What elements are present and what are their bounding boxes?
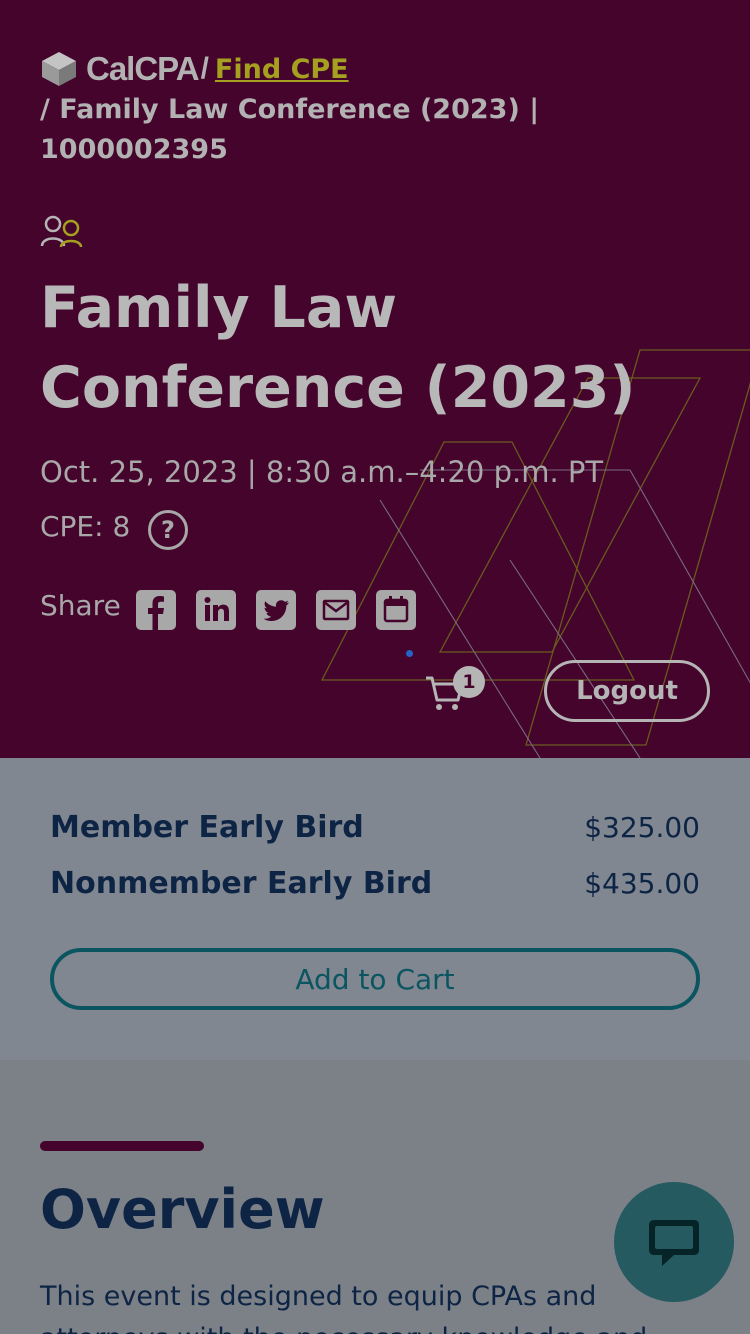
- calcpa-logo-icon: [42, 52, 76, 86]
- cpe-credits: CPE: 8: [40, 510, 131, 543]
- chat-button[interactable]: [614, 1182, 734, 1302]
- share-buttons: [136, 590, 436, 630]
- price-label: Nonmember Early Bird: [50, 866, 433, 901]
- section-accent-bar: [40, 1141, 204, 1151]
- price-amount: $435.00: [584, 867, 700, 900]
- event-title: Family Law Conference (2023): [40, 275, 636, 421]
- help-icon[interactable]: ?: [148, 510, 188, 550]
- breadcrumb-separator: /: [200, 52, 209, 85]
- chat-bubble-icon: [649, 1220, 699, 1266]
- price-row: Member Early Bird $325.00: [50, 810, 700, 845]
- email-icon[interactable]: [316, 590, 356, 630]
- facebook-icon[interactable]: [136, 590, 176, 630]
- price-label: Member Early Bird: [50, 810, 364, 845]
- breadcrumb-link-find-cpe[interactable]: Find CPE: [215, 54, 349, 85]
- logo-text[interactable]: CalCPA: [86, 50, 200, 88]
- share-label: Share: [40, 589, 121, 622]
- event-date: Oct. 25, 2023 | 8:30 a.m.–4:20 p.m. PT: [40, 455, 604, 489]
- overview-heading: Overview: [40, 1178, 325, 1241]
- calendar-icon[interactable]: [376, 590, 416, 630]
- price-amount: $325.00: [584, 811, 700, 844]
- people-icon: [40, 215, 83, 248]
- add-to-cart-button[interactable]: Add to Cart: [50, 948, 700, 1010]
- event-hero: CalCPA / Find CPE / Family Law Conferenc…: [0, 0, 750, 758]
- breadcrumb-current: / Family Law Conference (2023) | 1000002…: [40, 94, 540, 165]
- price-row: Nonmember Early Bird $435.00: [50, 866, 700, 901]
- breadcrumb: CalCPA / Find CPE: [40, 50, 349, 88]
- pricing-panel: Member Early Bird $325.00 Nonmember Earl…: [0, 758, 750, 1060]
- logout-button[interactable]: Logout: [544, 660, 710, 722]
- indicator-dot: [406, 650, 413, 657]
- twitter-icon[interactable]: [256, 590, 296, 630]
- cart-count-badge[interactable]: 1: [453, 666, 485, 698]
- linkedin-icon[interactable]: [196, 590, 236, 630]
- overview-text: This event is designed to equip CPAs and…: [40, 1281, 647, 1334]
